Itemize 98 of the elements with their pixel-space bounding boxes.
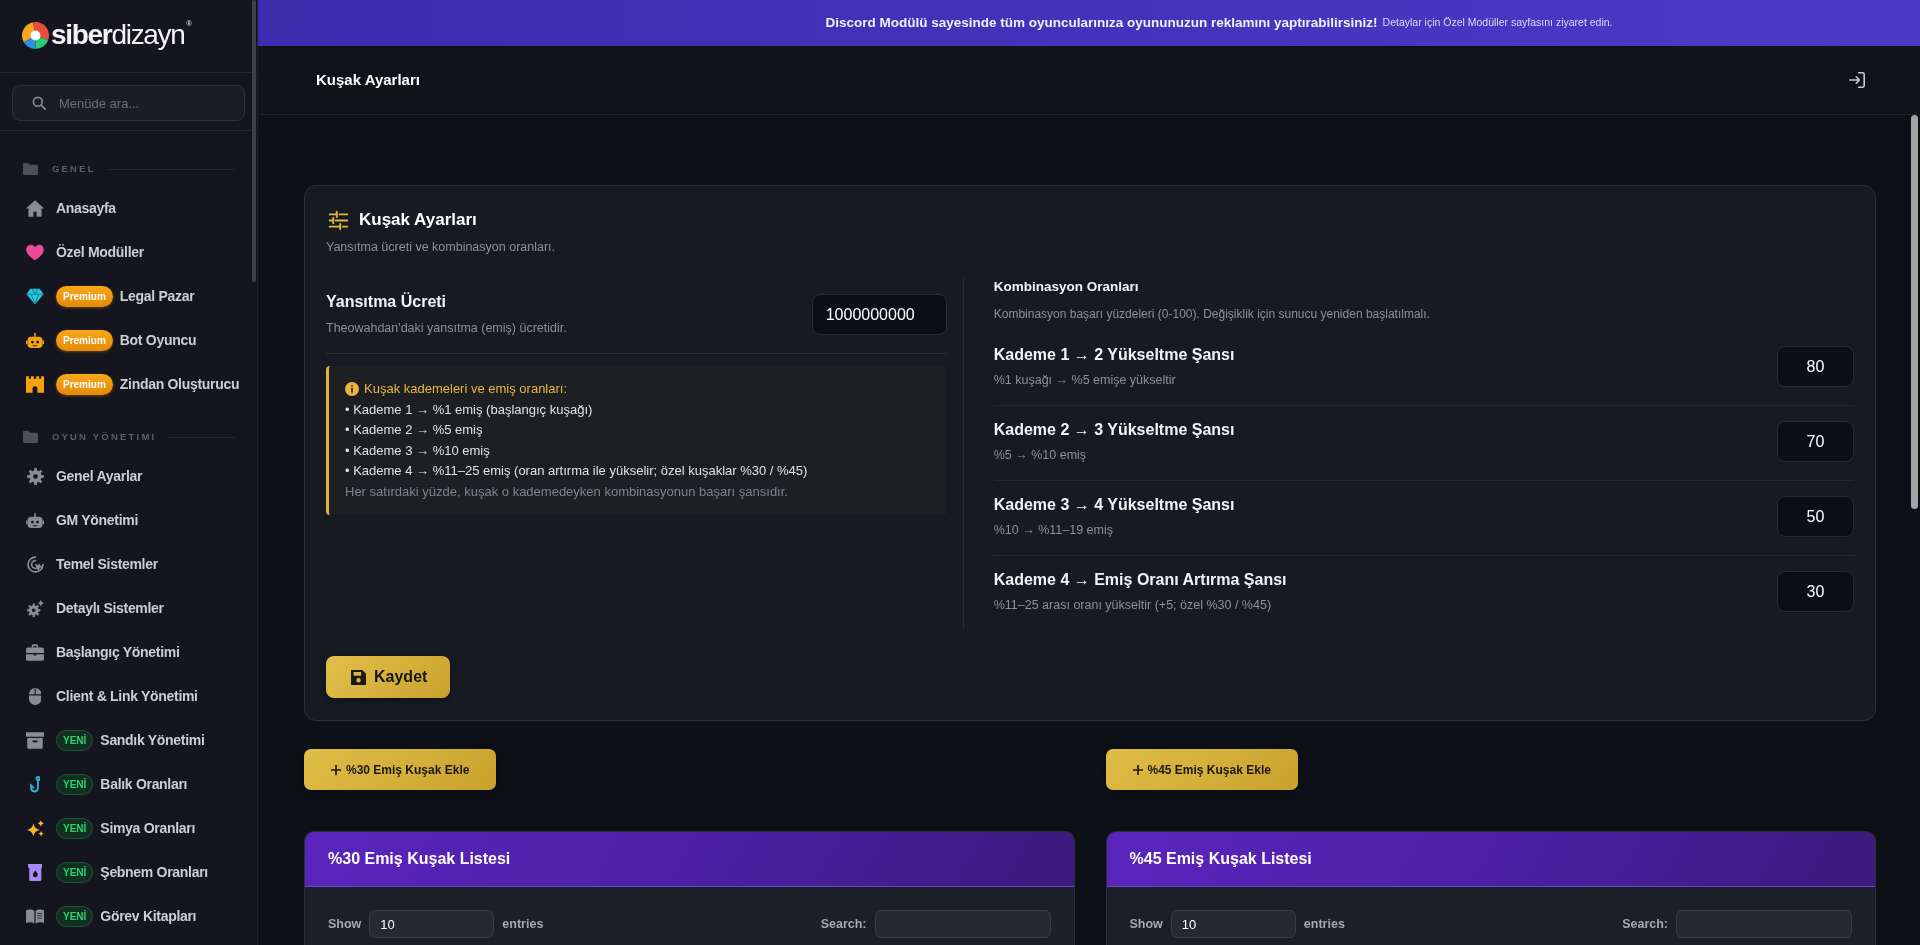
sidebar-item[interactable]: Genel Ayarlar xyxy=(10,454,249,498)
briefcase-icon xyxy=(26,643,44,661)
sidebar-item[interactable]: Başlangıç Yönetimi xyxy=(10,630,249,674)
search-field[interactable] xyxy=(1676,910,1852,938)
gem-icon xyxy=(26,287,44,305)
sidebar-item[interactable]: Premium Zindan Oluşturucu xyxy=(10,362,249,406)
section-title: GENEL xyxy=(51,161,96,176)
card-title: %30 Emiş Kuşak Listesi xyxy=(328,849,511,869)
home-icon xyxy=(26,199,44,217)
sidebar-item[interactable]: Detaylı Sistemler xyxy=(10,586,249,630)
setting-label: Kademe 2 → 3 Yükseltme Şansı xyxy=(993,420,1235,440)
page-size-field[interactable]: 10 xyxy=(369,910,495,938)
sidebar-item[interactable]: YENİ Görev Kitapları xyxy=(10,894,249,938)
info-line: • Kademe 1 → %1 emiş (başlangıç kuşağı) xyxy=(345,400,594,419)
new-badge: YENİ xyxy=(56,773,94,795)
sidebar-item[interactable]: Premium Legal Pazar xyxy=(10,274,249,318)
sidebar-item[interactable]: Premium Bot Oyuncu xyxy=(10,318,249,362)
mouse-icon xyxy=(28,687,42,705)
sidebar-item[interactable]: YENİ Balık Oranları xyxy=(10,762,249,806)
premium-badge: Premium xyxy=(56,373,113,395)
field-label: Yansıtma Ücreti xyxy=(326,292,448,312)
fee-input[interactable]: 1000000000 xyxy=(811,294,947,335)
info-line: • Kademe 4 → %11–25 emiş (oran artırma ile yükselir; özel kuşaklar %30 / %45) xyxy=(345,462,809,480)
sidebar-item[interactable]: YENİ Sandık Yönetimi xyxy=(10,718,249,762)
add-button[interactable]: %30 Emiş Kuşak Ekle xyxy=(304,749,497,790)
jar-icon xyxy=(27,863,43,881)
setting-hint: %1 kuşağı → %5 emişe yükseltir xyxy=(993,372,1177,388)
setting-label: Kademe 4 → Emiş Oranı Artırma Şansı xyxy=(993,570,1287,590)
sidebar-item[interactable]: YENİ Şebnem Oranları xyxy=(10,850,249,894)
percent-input[interactable]: 80 xyxy=(1777,346,1854,387)
premium-badge: Premium xyxy=(56,285,113,307)
folder-icon xyxy=(23,163,38,175)
logo-icon xyxy=(22,21,49,49)
scrollbar-thumb[interactable] xyxy=(1911,115,1918,509)
setting-hint: %11–25 arası oranı yükseltir (+5; özel %30 / %45) xyxy=(993,597,1273,613)
search-field[interactable] xyxy=(874,910,1051,938)
robot-icon xyxy=(26,511,44,529)
info-line: • Kademe 3 → %10 emiş xyxy=(345,441,491,460)
new-badge: YENİ xyxy=(56,729,94,751)
setting-label: Kademe 1 → 2 Yükseltme Şansı xyxy=(993,345,1235,365)
sparkles-icon xyxy=(26,819,44,837)
save-button[interactable]: Kaydet xyxy=(326,656,451,698)
plus-icon xyxy=(1132,764,1143,775)
premium-badge: Premium xyxy=(56,329,113,351)
section-title: Kombinasyon Oranları xyxy=(993,278,1140,296)
new-badge: YENİ xyxy=(56,817,94,839)
section-description: Kombinasyon başarı yüzdeleri (0-100). Değişiklik için sunucu yeniden başlatılmalı. xyxy=(993,306,1431,322)
archive-box-icon xyxy=(26,731,44,749)
info-line: • Kademe 2 → %5 emiş xyxy=(345,421,484,439)
new-badge: YENİ xyxy=(56,905,94,927)
robot-icon xyxy=(26,331,44,349)
entries-label: entries xyxy=(1303,915,1345,933)
setting-hint: %10 → %11–19 emiş xyxy=(993,522,1114,538)
target-icon xyxy=(26,555,44,573)
new-badge: YENİ xyxy=(56,861,94,883)
sliders-icon xyxy=(328,209,349,231)
setting-hint: %5 → %10 emiş xyxy=(993,447,1088,463)
entries-label: entries xyxy=(502,915,544,933)
field-description: Theowahdan'daki yansıtma (emiş) ücretidir. xyxy=(326,320,567,337)
search-label: Search: xyxy=(1622,915,1668,933)
search-label: Search: xyxy=(820,915,867,933)
show-label: Show xyxy=(1129,915,1163,933)
show-label: Show xyxy=(328,915,362,933)
gear-icon xyxy=(26,467,44,485)
search-field[interactable]: Menüde ara... xyxy=(12,85,245,121)
percent-input[interactable]: 30 xyxy=(1777,571,1854,612)
box-arrow-icon[interactable] xyxy=(1849,72,1865,88)
castle-icon xyxy=(26,375,44,393)
plus-icon xyxy=(331,764,341,775)
book-icon xyxy=(26,907,44,925)
info-icon xyxy=(345,382,359,397)
sidebar-item[interactable]: Temel Sistemler xyxy=(10,542,249,586)
announcement-detail: Detaylar için Özel Modüller sayfasını ziyaret edin. xyxy=(1382,15,1613,31)
card-title: %45 Emiş Kuşak Listesi xyxy=(1129,849,1312,869)
fish-hook-icon xyxy=(29,775,41,793)
page-size-field[interactable]: 10 xyxy=(1170,910,1296,938)
logo-text: siberdizayn$^{®}$ xyxy=(51,21,191,49)
setting-label: Kademe 3 → 4 Yükseltme Şansı xyxy=(993,495,1235,515)
card-subtitle: Yansıtma ücreti ve kombinasyon oranları. xyxy=(326,239,557,256)
announcement-headline: Discord Modülü sayesinde tüm oyuncularınıza oyununuzun reklamını yaptırabilirsiniz! xyxy=(825,13,1378,32)
sidebar-item[interactable]: YENİ Simya Oranları xyxy=(10,806,249,850)
info-heading: Kuşak kademeleri ve emiş oranları: xyxy=(364,380,568,398)
percent-input[interactable]: 50 xyxy=(1777,496,1854,537)
section-title: OYUN YÖNETIMI xyxy=(51,429,157,444)
heart-icon xyxy=(26,243,44,261)
gear-sparkle-icon xyxy=(26,599,44,617)
add-button[interactable]: %45 Emiş Kuşak Ekle xyxy=(1105,749,1298,790)
card-title: Kuşak Ayarları xyxy=(359,209,477,232)
folder-icon xyxy=(23,431,38,443)
page-title: Kuşak Ayarları xyxy=(316,69,420,90)
sidebar-item[interactable]: GM Yönetimi xyxy=(10,498,249,542)
percent-input[interactable]: 70 xyxy=(1777,421,1854,462)
sidebar-item[interactable]: Anasayfa xyxy=(10,186,249,230)
search-icon xyxy=(32,96,46,110)
info-note: Her satırdaki yüzde, kuşak o kademedeyken kombinasyonun başarı şansıdır. xyxy=(345,482,789,501)
sidebar-item[interactable]: Client & Link Yönetimi xyxy=(10,674,249,718)
scrollbar-thumb[interactable] xyxy=(252,0,256,282)
sidebar-item[interactable]: Özel Modüller xyxy=(10,230,249,274)
